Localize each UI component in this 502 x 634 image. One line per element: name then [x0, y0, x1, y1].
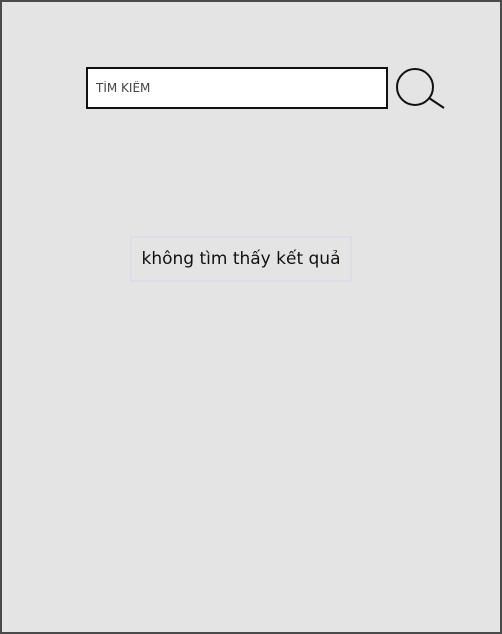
search-input[interactable] — [86, 67, 388, 109]
search-button[interactable] — [394, 66, 448, 112]
search-icon — [396, 68, 445, 109]
search-screen: không tìm thấy kết quả — [0, 0, 502, 634]
no-results-message: không tìm thấy kết quả — [130, 236, 352, 282]
